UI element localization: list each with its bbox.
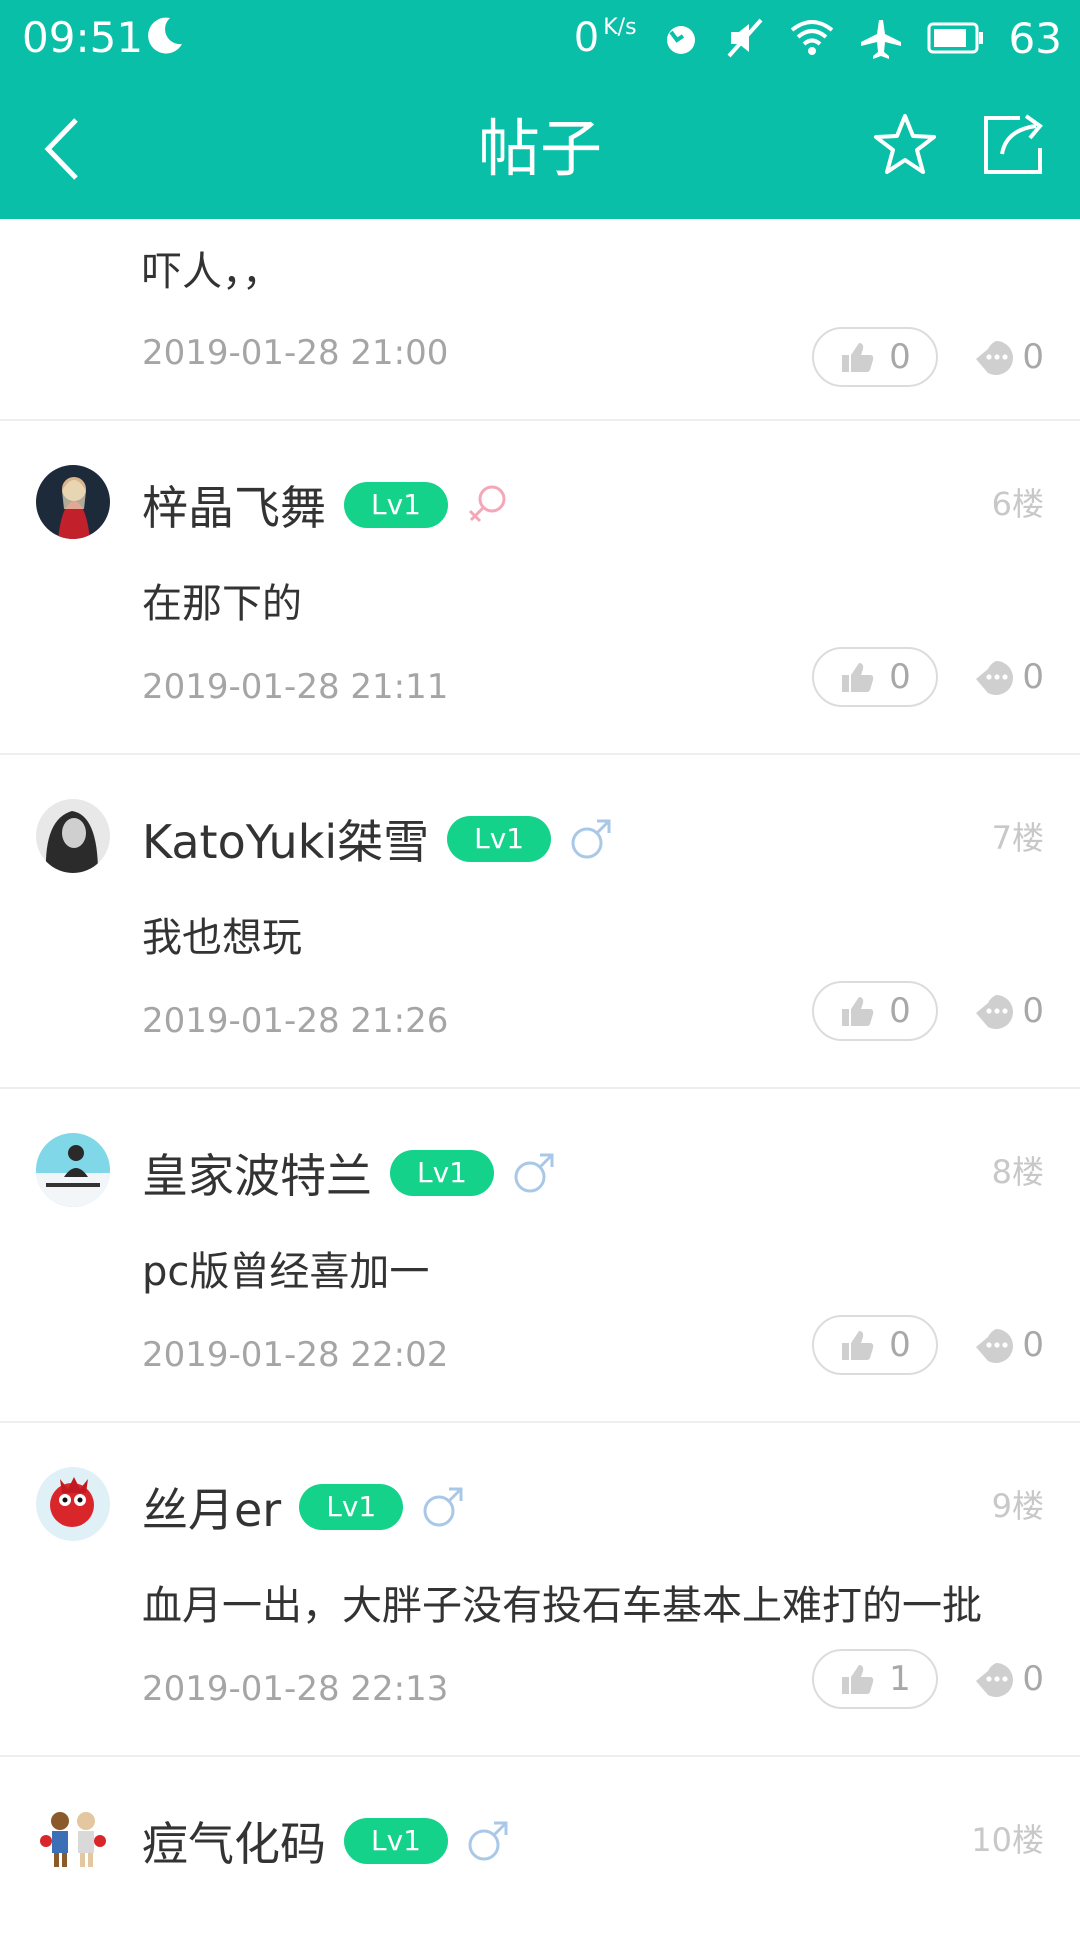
avatar[interactable] xyxy=(36,1801,110,1875)
thumbs-up-icon xyxy=(842,663,874,692)
reply-time: 2019-01-28 22:13 xyxy=(142,1669,449,1709)
network-speed-unit: K/s xyxy=(603,15,637,40)
thumbs-up-icon xyxy=(842,343,874,372)
reply-list: 吓人，， 2019-01-28 21:00 0 0 梓晶飞舞 Lv1 6楼 在那… xyxy=(0,219,1080,1957)
reply-time: 2019-01-28 22:02 xyxy=(142,1335,449,1375)
thumbs-up-icon xyxy=(842,997,874,1026)
comment-icon xyxy=(976,1329,1014,1363)
like-button[interactable]: 0 xyxy=(812,981,938,1041)
like-button[interactable]: 1 xyxy=(812,1649,938,1709)
avatar[interactable] xyxy=(36,799,110,873)
level-badge: Lv1 xyxy=(447,816,552,862)
floor-number: 7楼 xyxy=(991,819,1044,857)
reply-time: 2019-01-28 21:11 xyxy=(142,667,449,707)
comment-icon xyxy=(976,341,1014,375)
comment-count: 0 xyxy=(1022,991,1044,1031)
moon-icon xyxy=(148,17,182,54)
avatar[interactable] xyxy=(36,465,110,539)
like-button[interactable]: 0 xyxy=(812,1315,938,1375)
reply-item: 吓人，， 2019-01-28 21:00 0 0 xyxy=(0,219,1080,421)
female-icon xyxy=(468,485,506,523)
reply-content: 在那下的 xyxy=(142,581,302,627)
reply-item: 丝月er Lv1 9楼 血月一出，大胖子没有投石车基本上难打的一批 2019-0… xyxy=(0,1423,1080,1757)
avatar[interactable] xyxy=(36,1467,110,1541)
like-count: 1 xyxy=(889,1659,911,1699)
floor-number: 8楼 xyxy=(991,1153,1044,1191)
reply-item: 梓晶飞舞 Lv1 6楼 在那下的 2019-01-28 21:11 0 0 xyxy=(0,421,1080,755)
reply-content: pc版曾经喜加一 xyxy=(142,1249,430,1295)
reply-content: 血月一出，大胖子没有投石车基本上难打的一批 xyxy=(142,1583,982,1629)
like-button[interactable]: 0 xyxy=(812,647,938,707)
user-info: 痘气化码 Lv1 xyxy=(142,1805,510,1877)
reply-item: KatoYuki桀雪 Lv1 7楼 我也想玩 2019-01-28 21:26 … xyxy=(0,755,1080,1089)
app-header: 09:51 0 K/s 63 帖子 xyxy=(0,0,1080,219)
status-time: 09:51 xyxy=(22,13,144,62)
male-icon xyxy=(571,819,611,859)
comment-icon xyxy=(976,995,1014,1029)
user-info: KatoYuki桀雪 Lv1 xyxy=(142,803,613,875)
share-icon[interactable] xyxy=(980,112,1048,178)
wifi-icon xyxy=(790,20,833,55)
thumbs-up-icon xyxy=(842,1665,874,1694)
favorite-star-icon[interactable] xyxy=(872,112,938,178)
level-badge: Lv1 xyxy=(299,1484,404,1530)
level-badge: Lv1 xyxy=(390,1150,494,1196)
level-badge: Lv1 xyxy=(344,1818,448,1864)
comment-button[interactable]: 0 xyxy=(972,327,1044,387)
username[interactable]: 梓晶飞舞 xyxy=(142,472,326,538)
status-icons: 0 K/s 63 xyxy=(574,8,1062,68)
battery-level: 63 xyxy=(1008,13,1062,63)
reply-item: 痘气化码 Lv1 10楼 xyxy=(0,1757,1080,1957)
user-info: 丝月er Lv1 xyxy=(142,1471,465,1543)
like-count: 0 xyxy=(889,657,911,697)
reply-time: 2019-01-28 21:26 xyxy=(142,1001,449,1041)
comment-icon xyxy=(976,661,1014,695)
comment-button[interactable]: 0 xyxy=(972,1315,1044,1375)
like-button[interactable]: 0 xyxy=(812,327,938,387)
like-count: 0 xyxy=(889,1325,911,1365)
username[interactable]: 丝月er xyxy=(142,1474,281,1540)
network-speed-value: 0 xyxy=(573,15,600,61)
avatar[interactable] xyxy=(36,1133,110,1207)
status-bar: 09:51 0 K/s 63 xyxy=(0,0,1080,76)
airplane-icon xyxy=(860,20,901,59)
reply-item: 皇家波特兰 Lv1 8楼 pc版曾经喜加一 2019-01-28 22:02 0… xyxy=(0,1089,1080,1423)
comment-button[interactable]: 0 xyxy=(972,647,1044,707)
floor-number: 9楼 xyxy=(991,1487,1044,1525)
username[interactable]: 痘气化码 xyxy=(142,1808,326,1874)
comment-icon xyxy=(976,1663,1014,1697)
reply-content: 吓人，， xyxy=(142,249,282,295)
floor-number: 6楼 xyxy=(991,485,1044,523)
alarm-icon xyxy=(666,26,695,54)
comment-count: 0 xyxy=(1022,1325,1044,1365)
comment-count: 0 xyxy=(1022,1659,1044,1699)
user-info: 皇家波特兰 Lv1 xyxy=(142,1137,556,1209)
male-icon xyxy=(468,1821,508,1861)
level-badge: Lv1 xyxy=(344,482,448,528)
like-count: 0 xyxy=(889,991,911,1031)
reply-time: 2019-01-28 21:00 xyxy=(142,333,449,373)
mute-icon xyxy=(727,18,763,58)
comment-button[interactable]: 0 xyxy=(972,981,1044,1041)
battery-icon xyxy=(927,22,983,54)
thumbs-up-icon xyxy=(842,1331,874,1360)
network-speed: 0 K/s xyxy=(574,15,637,61)
floor-number: 10楼 xyxy=(971,1821,1044,1859)
username[interactable]: KatoYuki桀雪 xyxy=(142,806,429,872)
user-info: 梓晶飞舞 Lv1 xyxy=(142,469,510,541)
like-count: 0 xyxy=(889,337,911,377)
comment-button[interactable]: 0 xyxy=(972,1649,1044,1709)
nav-bar: 帖子 xyxy=(0,76,1080,219)
username[interactable]: 皇家波特兰 xyxy=(142,1140,372,1206)
comment-count: 0 xyxy=(1022,657,1044,697)
reply-content: 我也想玩 xyxy=(142,915,302,961)
comment-count: 0 xyxy=(1022,337,1044,377)
male-icon xyxy=(514,1153,554,1193)
male-icon xyxy=(423,1487,463,1527)
